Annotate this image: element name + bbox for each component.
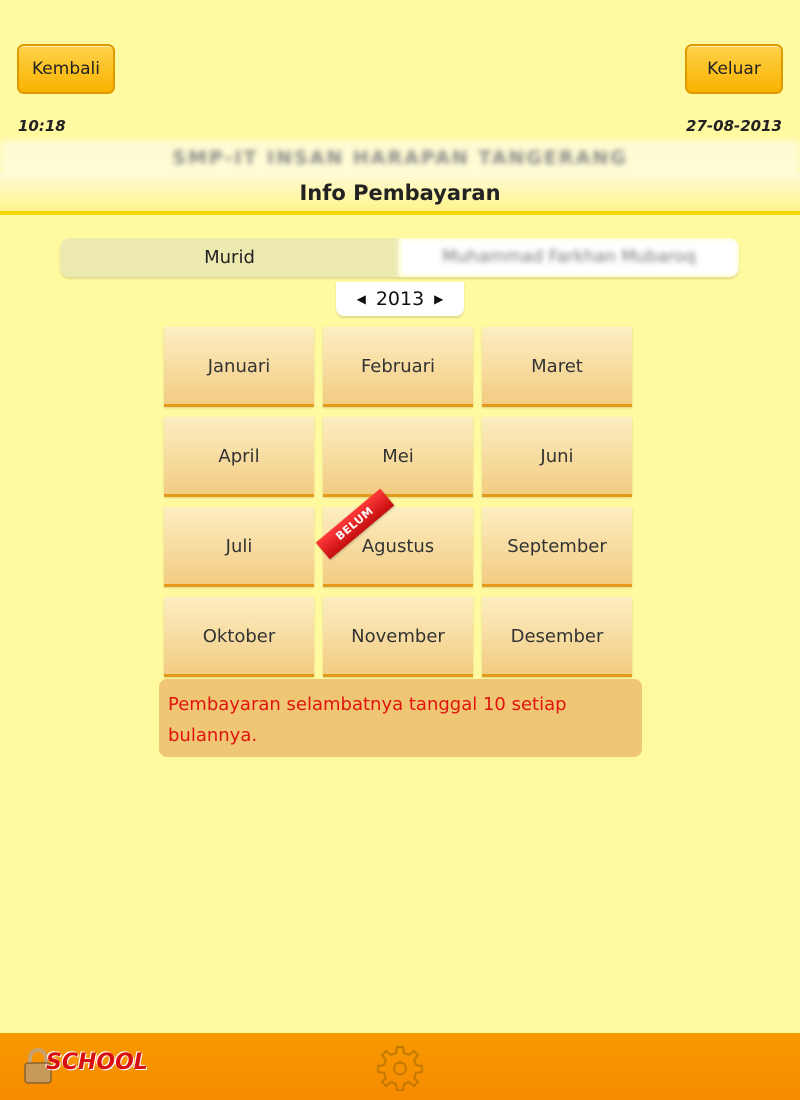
month-label: Agustus	[361, 536, 435, 557]
triangle-left-icon[interactable]: ◀	[357, 292, 366, 306]
current-time: 10:18	[18, 117, 66, 135]
back-button[interactable]: Kembali	[17, 44, 115, 94]
logout-button[interactable]: Keluar	[685, 44, 783, 94]
payment-notice: Pembayaran selambatnya tanggal 10 setiap…	[159, 679, 642, 757]
month-button[interactable]: Juli	[164, 507, 314, 587]
month-button[interactable]: Oktober	[164, 597, 314, 677]
year-value: 2013	[375, 288, 425, 310]
year-selector: ◀ 2013 ▶	[336, 282, 464, 316]
month-button[interactable]: Juni	[482, 417, 632, 497]
month-button[interactable]: Mei	[323, 417, 473, 497]
current-date: 27-08-2013	[686, 117, 782, 135]
gear-icon[interactable]	[376, 1043, 424, 1091]
month-grid: Januari Februari Maret April Mei Juni Ju…	[164, 327, 634, 677]
student-info: Murid Muhammad Farkhan Mubaroq	[60, 238, 739, 277]
logo-text: SCHOOL	[46, 1050, 148, 1075]
triangle-right-icon[interactable]: ▶	[434, 292, 443, 306]
month-button[interactable]: Januari	[164, 327, 314, 407]
student-label: Murid	[60, 238, 399, 277]
month-button[interactable]: November	[323, 597, 473, 677]
month-button[interactable]: Desember	[482, 597, 632, 677]
month-button[interactable]: April	[164, 417, 314, 497]
month-button-unpaid[interactable]: Agustus BELUM	[315, 488, 473, 587]
student-name: Muhammad Farkhan Mubaroq	[399, 238, 739, 277]
month-button[interactable]: September	[482, 507, 632, 587]
month-button[interactable]: Maret	[482, 327, 632, 407]
page-title: Info Pembayaran	[0, 173, 800, 215]
schoolguard-logo: SCHOOL	[20, 1048, 160, 1084]
school-name: SMP-IT INSAN HARAPAN TANGERANG	[0, 140, 800, 176]
month-button[interactable]: Februari	[323, 327, 473, 407]
footer-bar: SCHOOL	[0, 1033, 800, 1100]
